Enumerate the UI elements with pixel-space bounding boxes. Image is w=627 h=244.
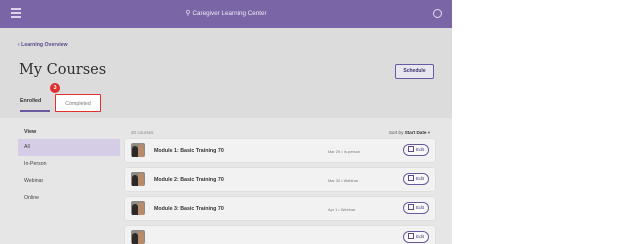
course-row[interactable]: Module 2: Basic Training 70 Mar 30 • Web… <box>125 168 435 191</box>
course-title: Module 3: Basic Training 70 <box>154 206 224 212</box>
course-thumbnail <box>131 172 145 186</box>
course-count: 20 courses <box>131 130 154 135</box>
sidebar-item-all[interactable]: All <box>18 139 120 156</box>
app-window: ⚲ Caregiver Learning Center ‹ Learning Ov… <box>0 0 452 244</box>
course-list: 20 courses Sort by Start Date ▾ Module 1… <box>125 126 435 244</box>
top-bar: ⚲ Caregiver Learning Center <box>0 0 452 28</box>
active-tab-underline <box>20 110 50 112</box>
main-content: View All In-Person Webinar Online 20 cou… <box>0 118 452 244</box>
sidebar-item-webinar[interactable]: Webinar <box>18 173 120 190</box>
tab-enrolled[interactable]: Enrolled <box>20 94 52 112</box>
schedule-button[interactable]: Schedule <box>395 64 434 79</box>
user-account-icon[interactable] <box>433 9 442 18</box>
course-thumbnail <box>131 143 145 157</box>
page-title: My Courses <box>19 62 107 78</box>
course-title: Module 1: Basic Training 70 <box>154 148 224 154</box>
course-thumbnail <box>131 201 145 215</box>
sidebar-item-in-person[interactable]: In-Person <box>18 156 120 173</box>
calendar-icon <box>408 203 415 210</box>
caret-down-icon: ▾ <box>427 130 430 135</box>
calendar-icon <box>408 232 415 239</box>
filter-sidebar: View All In-Person Webinar Online <box>18 126 120 207</box>
app-title: ⚲ Caregiver Learning Center <box>185 10 267 17</box>
course-row[interactable]: Edit <box>125 226 435 244</box>
edit-button[interactable]: Edit <box>403 202 429 214</box>
page-header: ‹ Learning Overview My Courses Schedule … <box>0 28 452 118</box>
breadcrumb[interactable]: ‹ Learning Overview <box>18 42 68 48</box>
sidebar-heading: View <box>24 129 37 135</box>
edit-button[interactable]: Edit <box>403 231 429 243</box>
course-row[interactable]: Module 1: Basic Training 70 Mar 29 • In-… <box>125 139 435 162</box>
course-meta: Apr 1 • Webinar <box>328 207 356 212</box>
location-pin-icon: ⚲ <box>185 10 191 17</box>
calendar-icon <box>408 174 415 181</box>
annotation-badge: 3 <box>50 83 60 93</box>
tab-completed[interactable]: Completed <box>55 94 101 112</box>
course-meta: Mar 30 • Webinar <box>328 178 359 183</box>
list-header: 20 courses Sort by Start Date ▾ <box>125 126 435 139</box>
edit-button[interactable]: Edit <box>403 173 429 185</box>
course-row[interactable]: Module 3: Basic Training 70 Apr 1 • Webi… <box>125 197 435 220</box>
course-title: Module 2: Basic Training 70 <box>154 177 224 183</box>
sidebar-item-online[interactable]: Online <box>18 190 120 207</box>
sort-control[interactable]: Sort by Start Date ▾ <box>389 130 430 136</box>
edit-button[interactable]: Edit <box>403 144 429 156</box>
calendar-icon <box>408 145 415 152</box>
course-thumbnail <box>131 230 145 244</box>
course-meta: Mar 29 • In-person <box>328 149 361 154</box>
